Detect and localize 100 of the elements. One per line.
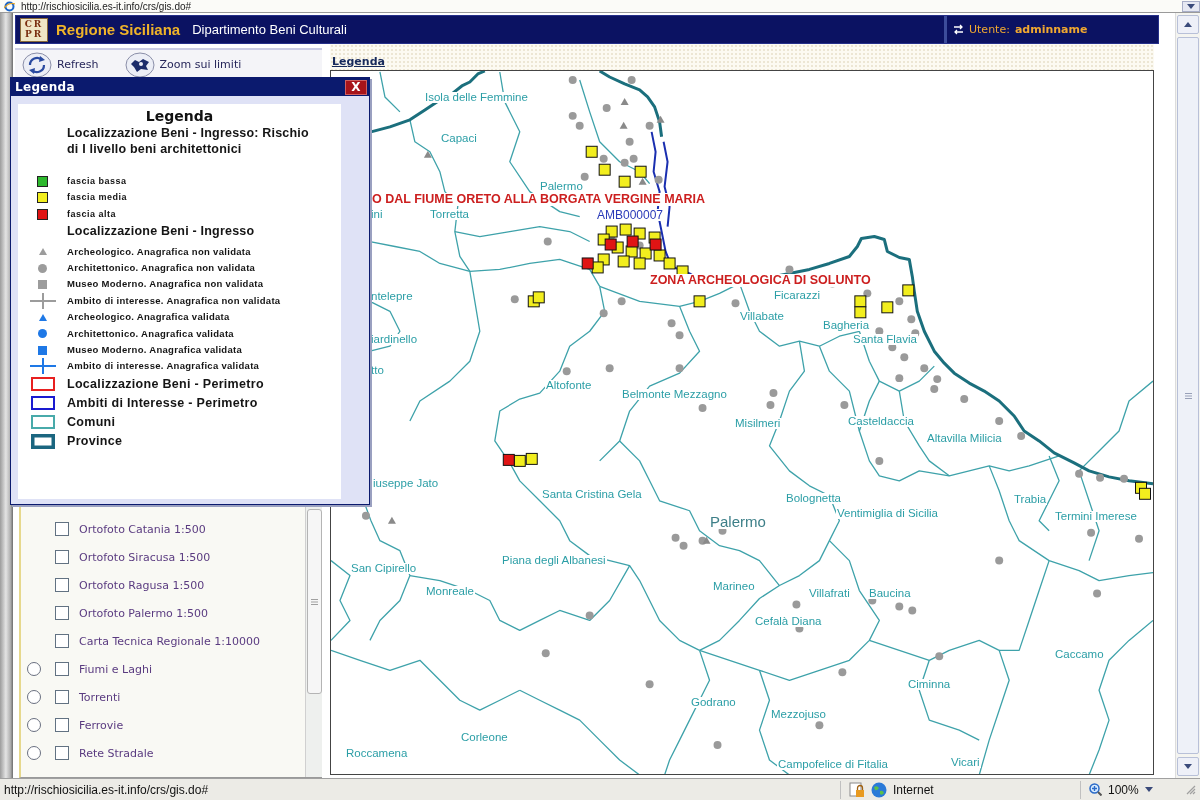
checkbox[interactable] (55, 718, 69, 732)
place-label: Caccamo (1054, 648, 1105, 661)
medium-risk-square-marker (854, 295, 867, 308)
triangle-marker (619, 121, 628, 129)
place-label: Marineo (712, 580, 756, 593)
place-label: Isola delle Femmine (424, 91, 529, 104)
place-label: Torretta (429, 208, 470, 221)
medium-risk-square-marker (653, 249, 666, 262)
dot-marker (766, 401, 775, 410)
place-label: iardinello (370, 333, 419, 346)
dot-marker (679, 541, 688, 550)
place-label: Baucina (868, 587, 912, 600)
legend-label: Architettonico. Anagrafica non validata (67, 262, 257, 275)
zoom-icon (1089, 783, 1102, 796)
layer-label: Ortofoto Palermo 1:500 (79, 606, 209, 620)
place-label: Capaci (440, 132, 478, 145)
dot-marker (675, 331, 684, 340)
legend-label: Architettonico. Anagrafica validata (67, 327, 235, 340)
dot-marker (792, 600, 801, 609)
logo: CR PR (20, 17, 48, 42)
dot-marker (875, 327, 884, 336)
dot-marker (713, 741, 722, 750)
close-button[interactable]: X (345, 79, 367, 95)
dot-marker (510, 295, 519, 304)
zoom-button[interactable]: Zoom sui limiti (124, 51, 242, 78)
checkbox[interactable] (55, 606, 69, 620)
dot-marker (1075, 469, 1084, 478)
place-label: Campofelice di Fitalia (777, 758, 889, 771)
globe-icon (871, 781, 887, 798)
legend-link[interactable]: Legenda (332, 55, 385, 68)
scrollbar-thumb[interactable] (307, 509, 322, 694)
dot-marker (1096, 473, 1105, 482)
high-risk-square-marker (626, 235, 639, 248)
place-label: Ciminna (907, 678, 952, 691)
dot-marker (920, 364, 929, 373)
radio-button[interactable] (27, 746, 41, 760)
medium-risk-square-marker (513, 454, 526, 467)
high-risk-square-marker (502, 453, 515, 466)
status-url: http://rischiosicilia.es-it.info/crs/gis.do# (3, 782, 210, 797)
legend-section-title: Localizzazione Beni - Ingresso: Rischio di I livello beni architettonici (67, 125, 310, 157)
layer-label: Ortofoto Ragusa 1:500 (79, 578, 205, 592)
scroll-up-button[interactable] (1177, 15, 1199, 34)
triangle-marker (702, 536, 711, 544)
medium-risk-square-marker (585, 145, 598, 158)
grip-icon (311, 598, 318, 605)
dot-marker (731, 299, 740, 308)
checkbox[interactable] (55, 746, 69, 760)
city-label: Palermo (709, 513, 767, 529)
dot-marker (815, 721, 824, 730)
caret-icon (1144, 787, 1153, 792)
user-name: adminname (1014, 23, 1088, 36)
place-label: Altofonte (545, 379, 593, 392)
scroll-down-button[interactable] (1177, 757, 1199, 776)
dot-marker (698, 404, 707, 413)
medium-risk-square-marker (618, 175, 631, 188)
legend-heading: Legenda (145, 107, 214, 125)
radio-button[interactable] (27, 690, 41, 704)
dot-marker (617, 297, 626, 306)
dot-marker (995, 417, 1004, 425)
checkbox[interactable] (55, 634, 69, 648)
radio-button[interactable] (27, 662, 41, 676)
place-label: Roccamena (345, 747, 409, 760)
legend-label: Museo Moderno. Anagrafica validata (67, 344, 244, 357)
layer-label: Fiumi e Laghi (79, 662, 152, 676)
caret-icon (1187, 3, 1195, 9)
area-code-label: AMB000007 (596, 209, 665, 222)
dot-marker (907, 315, 916, 324)
scrollbar-thumb[interactable] (1177, 37, 1199, 754)
place-label: iuseppe Jato (372, 477, 440, 490)
resize-grip-icon (1186, 784, 1196, 795)
dot-marker (930, 385, 939, 394)
medium-risk-square-marker (693, 295, 706, 308)
legend-label: Museo Moderno. Anagrafica non validata (67, 278, 265, 291)
dot-marker (895, 374, 904, 383)
address-text: http://rischiosicilia.es-it.info/crs/gis.do# (21, 0, 192, 12)
dot-marker (599, 309, 608, 318)
place-label: Vicari (950, 756, 981, 769)
checkbox[interactable] (55, 690, 69, 704)
dot-marker (568, 76, 577, 84)
dot-marker (602, 103, 611, 112)
dot-marker (895, 297, 904, 306)
dot-marker (620, 158, 629, 167)
address-dropdown-button[interactable] (1182, 0, 1200, 12)
refresh-button[interactable]: Refresh (22, 51, 99, 78)
place-label: Palermo (539, 180, 584, 193)
medium-risk-square-marker (634, 165, 647, 178)
checkbox[interactable] (55, 662, 69, 676)
checkbox[interactable] (55, 522, 69, 536)
checkbox[interactable] (55, 578, 69, 592)
medium-risk-square-marker (1139, 487, 1151, 500)
triangle-marker (638, 177, 647, 185)
legend-label: Comuni (67, 414, 117, 430)
high-risk-square-marker (604, 238, 617, 251)
checkbox[interactable] (55, 550, 69, 564)
radio-button[interactable] (27, 718, 41, 732)
triangle-marker (423, 150, 432, 158)
zoom-level-text: 100% (1108, 782, 1139, 797)
dot-marker (667, 319, 676, 328)
legend-section-title: Localizzazione Beni - Ingresso (67, 222, 256, 239)
medium-risk-square-marker (591, 261, 604, 274)
